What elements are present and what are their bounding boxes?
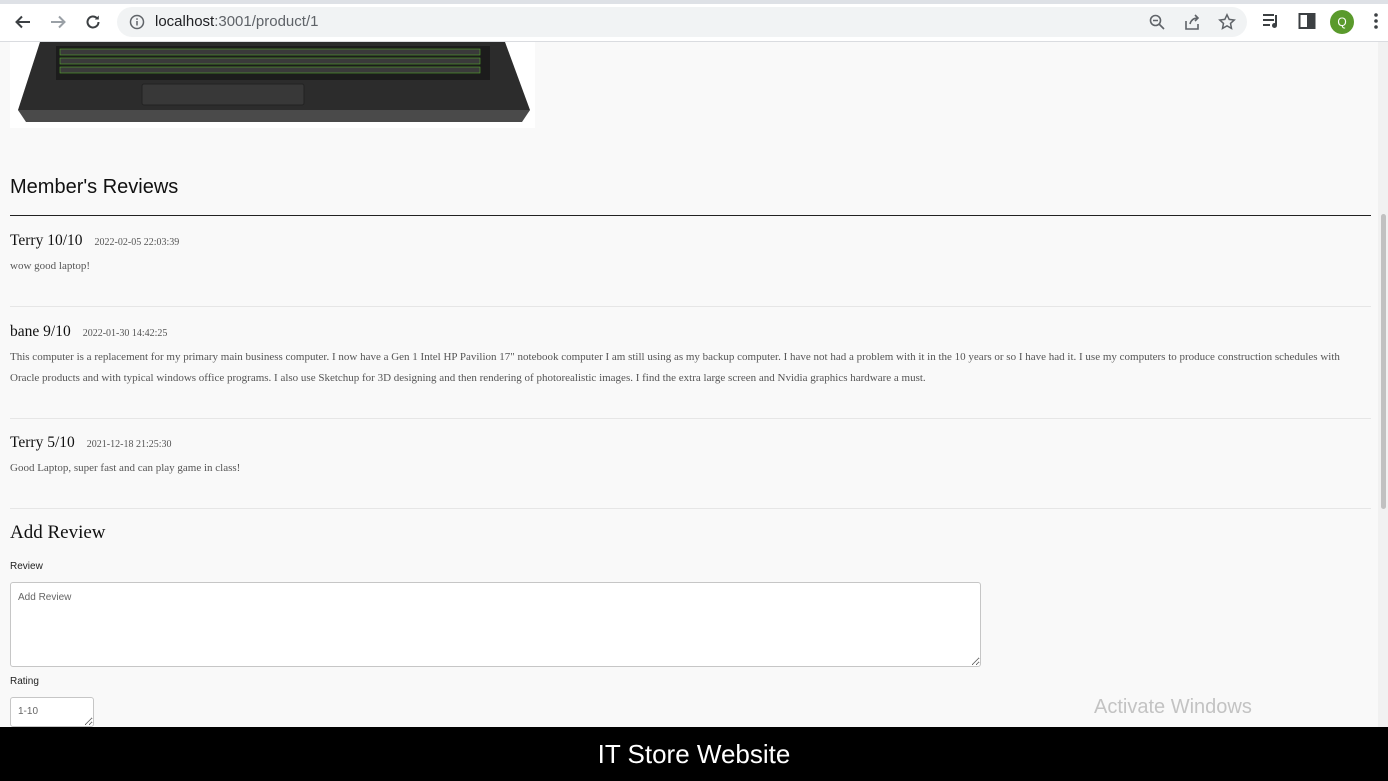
address-bar[interactable]: localhost:3001/product/1: [117, 7, 1247, 37]
review-date: 2022-01-30 14:42:25: [82, 328, 168, 339]
scrollbar-thumb[interactable]: [1381, 214, 1386, 509]
reload-button[interactable]: [79, 8, 107, 36]
media-control-icon[interactable]: [1261, 11, 1281, 31]
review-field-label: Review: [10, 561, 43, 572]
review-separator: [10, 306, 1371, 307]
add-review-heading: Add Review: [10, 522, 106, 543]
review-item: Terry 5/10 2021-12-18 21:25:30 Good Lapto…: [10, 434, 1371, 479]
review-date: 2021-12-18 21:25:30: [86, 439, 172, 450]
review-author-rating: Terry 10/10: [10, 232, 83, 249]
footer-title: IT Store Website: [597, 738, 791, 769]
url-path: :3001/product/1: [214, 13, 319, 30]
url-text[interactable]: localhost:3001/product/1: [155, 13, 318, 30]
side-panel-icon[interactable]: [1297, 11, 1317, 31]
info-icon[interactable]: [129, 14, 145, 30]
rating-input[interactable]: [10, 697, 94, 727]
forward-button[interactable]: [44, 8, 72, 36]
activate-windows-watermark: Activate Windows: [1094, 696, 1252, 718]
browser-toolbar: localhost:3001/product/1 Q: [0, 0, 1388, 42]
profile-avatar[interactable]: Q: [1330, 10, 1354, 34]
tab-strip-edge: [0, 0, 1388, 4]
arrow-right-icon: [51, 15, 66, 29]
review-author-rating: bane 9/10: [10, 323, 71, 340]
review-author-rating: Terry 5/10: [10, 434, 75, 451]
product-image: [10, 42, 535, 128]
bookmark-star-icon[interactable]: [1218, 13, 1236, 31]
review-text: wow good laptop!: [10, 260, 91, 272]
zoom-icon[interactable]: [1148, 13, 1166, 31]
footer-banner: IT Store Website: [0, 727, 1388, 781]
review-text: This computer is a replacement for my pr…: [10, 351, 1340, 384]
arrow-left-icon: [15, 15, 30, 29]
review-item: bane 9/10 2022-01-30 14:42:25 This comput…: [10, 323, 1371, 388]
review-item: Terry 10/10 2022-02-05 22:03:39 wow good …: [10, 232, 1371, 277]
share-icon[interactable]: [1183, 13, 1201, 31]
reload-icon: [86, 15, 100, 29]
back-button[interactable]: [9, 8, 37, 36]
review-header: Terry 5/10 2021-12-18 21:25:30: [10, 434, 1371, 452]
url-host: localhost: [155, 13, 215, 30]
rating-field-label: Rating: [10, 676, 39, 687]
review-date: 2022-02-05 22:03:39: [94, 237, 180, 248]
review-header: bane 9/10 2022-01-30 14:42:25: [10, 323, 1371, 341]
more-menu-icon[interactable]: [1366, 11, 1386, 31]
page-scrollbar[interactable]: [1378, 42, 1388, 727]
review-separator: [10, 418, 1371, 419]
reviews-divider: [10, 215, 1371, 216]
review-text: Good Laptop, super fast and can play gam…: [10, 462, 241, 474]
review-separator: [10, 508, 1371, 509]
review-header: Terry 10/10 2022-02-05 22:03:39: [10, 232, 1371, 250]
review-textarea[interactable]: [10, 582, 981, 667]
reviews-heading: Member's Reviews: [10, 176, 179, 198]
